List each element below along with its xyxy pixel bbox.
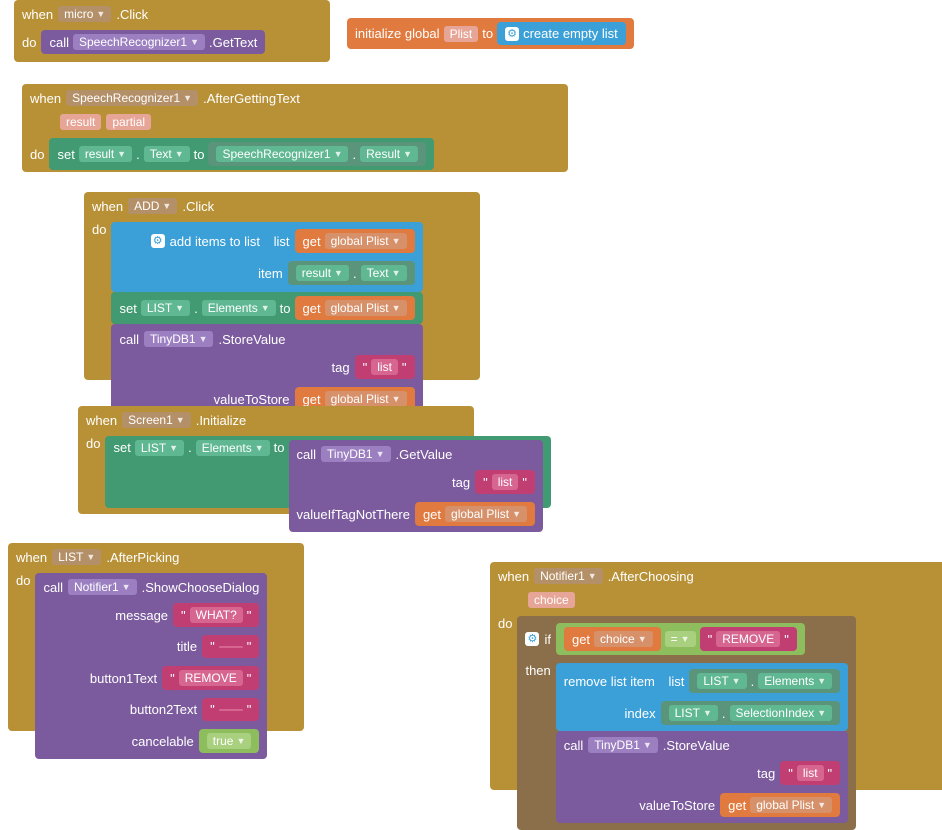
string-list[interactable]: "list" [355,355,415,379]
init-global-plist[interactable]: initialize globalPlistto ⚙create empty l… [347,18,634,49]
event-notifier-afterchoosing[interactable]: whenNotifier1▼.AfterChoosing choice do ⚙… [490,562,942,790]
call-tinydb-storevalue[interactable]: callTinyDB1▼.StoreValue tag"list" valueT… [111,324,422,418]
sr-dd[interactable]: SpeechRecognizer1▼ [73,34,205,50]
comp-dd[interactable]: micro▼ [58,6,111,22]
when-kw: when [22,7,53,22]
event-add-click[interactable]: whenADD▼.Click do ⚙add items to list lis… [84,192,480,380]
event-sr-aftergettingtext[interactable]: whenSpeechRecognizer1▼.AfterGettingText … [22,84,568,172]
add-items-to-list[interactable]: ⚙add items to list list getglobal Plist▼… [111,222,422,292]
call-notifier-showchoosedialog[interactable]: callNotifier1▼.ShowChooseDialog message"… [35,573,267,759]
set-result-text[interactable]: setresult▼.Text▼to SpeechRecognizer1▼.Re… [49,138,434,170]
result-text[interactable]: result▼.Text▼ [288,261,415,285]
event-screen-initialize[interactable]: whenScreen1▼.Initialize do setLIST▼.Elem… [78,406,474,514]
param-choice[interactable]: choice [528,592,575,608]
create-empty-list[interactable]: ⚙create empty list [497,22,626,45]
event-list-afterpicking[interactable]: whenLIST▼.AfterPicking do callNotifier1▼… [8,543,304,731]
if-block[interactable]: ⚙if getchoice▼ =▼ "REMOVE" then remove l… [517,616,856,830]
event-micro-click[interactable]: when micro▼ .Click do callSpeechRecognizer… [14,0,330,62]
remove-list-item[interactable]: remove list item listLIST▼.Elements▼ ind… [556,663,848,731]
set-list-elements[interactable]: setLIST▼.Elements▼to getglobal Plist▼ [111,292,422,324]
sr-result[interactable]: SpeechRecognizer1▼.Result▼ [208,142,426,166]
true-block[interactable]: true▼ [199,729,260,753]
gear-icon[interactable]: ⚙ [151,234,165,248]
comp-dd[interactable]: SpeechRecognizer1▼ [66,90,198,106]
gear-icon[interactable]: ⚙ [505,27,519,41]
call-tinydb-getvalue[interactable]: callTinyDB1▼.GetValue tag"list" valueIfT… [289,440,543,532]
set-list-elements[interactable]: setLIST▼.Elements▼to callTinyDB1▼.GetVal… [105,436,551,508]
gear-icon[interactable]: ⚙ [525,632,539,646]
evt-name: .Click [116,7,148,22]
equals-compare[interactable]: getchoice▼ =▼ "REMOVE" [556,623,805,655]
param-partial[interactable]: partial [106,114,151,130]
chevron-down-icon: ▼ [96,9,105,19]
get-global-plist[interactable]: getglobal Plist▼ [295,229,415,253]
var-name[interactable]: Plist [444,26,479,42]
call-tinydb-storevalue[interactable]: callTinyDB1▼.StoreValue tag"list" valueT… [556,731,848,823]
do-kw: do [22,35,36,50]
call-speech-gettext[interactable]: callSpeechRecognizer1▼.GetText [41,30,265,54]
param-result[interactable]: result [60,114,101,130]
